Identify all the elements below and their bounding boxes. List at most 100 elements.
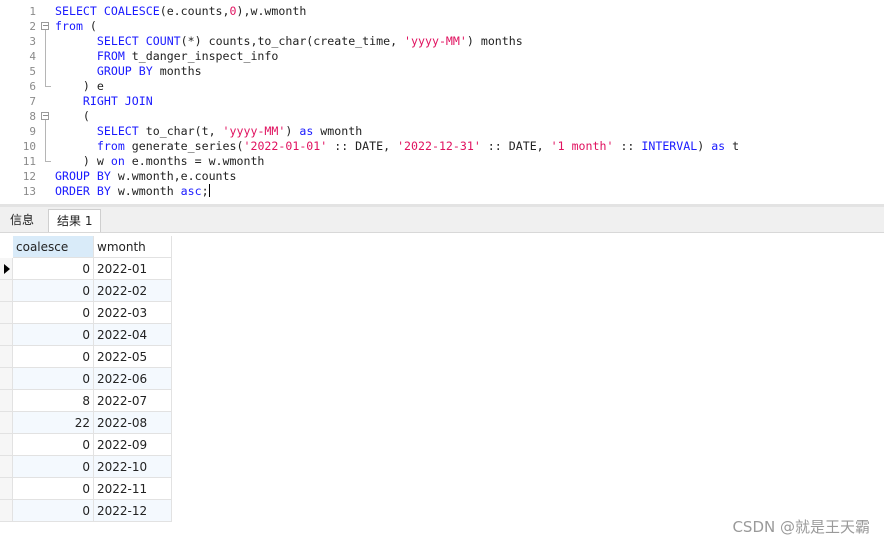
cell-wmonth[interactable]: 2022-06: [94, 368, 172, 390]
table-row[interactable]: 0 2022-09: [0, 434, 172, 456]
code-line[interactable]: 6 ) e: [0, 79, 884, 94]
code-line[interactable]: 3 SELECT COUNT(*) counts,to_char(create_…: [0, 34, 884, 49]
cell-coalesce[interactable]: 8: [13, 390, 94, 412]
cell-coalesce[interactable]: 0: [13, 434, 94, 456]
tab-info[interactable]: 信息: [2, 209, 42, 231]
table-row[interactable]: 0 2022-01: [0, 258, 172, 280]
code-token: 'yyyy-MM': [222, 124, 286, 138]
cell-wmonth[interactable]: 2022-11: [94, 478, 172, 500]
code-line[interactable]: 9 SELECT to_char(t, 'yyyy-MM') as wmonth: [0, 124, 884, 139]
code-token: from: [96, 139, 132, 153]
table-row[interactable]: 0 2022-10: [0, 456, 172, 478]
line-number: 1: [29, 5, 36, 18]
code-token: ),w.wmonth: [236, 4, 307, 18]
cell-wmonth[interactable]: 2022-09: [94, 434, 172, 456]
line-number: 9: [29, 125, 36, 138]
code-token: ;: [201, 184, 209, 198]
code-token: as: [299, 124, 321, 138]
cell-wmonth[interactable]: 2022-07: [94, 390, 172, 412]
cell-coalesce[interactable]: 0: [13, 346, 94, 368]
table-row[interactable]: 0 2022-06: [0, 368, 172, 390]
fold-guide: [45, 30, 46, 86]
table-row[interactable]: 22 2022-08: [0, 412, 172, 434]
row-indicator[interactable]: [0, 302, 13, 324]
code-token: (: [55, 109, 90, 123]
cell-wmonth[interactable]: 2022-04: [94, 324, 172, 346]
cell-coalesce[interactable]: 22: [13, 412, 94, 434]
cell-coalesce[interactable]: 0: [13, 302, 94, 324]
row-indicator[interactable]: [0, 434, 13, 456]
row-indicator[interactable]: [0, 456, 13, 478]
code-line[interactable]: 12 GROUP BY w.wmonth,e.counts: [0, 169, 884, 184]
cell-coalesce[interactable]: 0: [13, 500, 94, 522]
code-line[interactable]: 4 FROM t_danger_inspect_info: [0, 49, 884, 64]
column-header-wmonth[interactable]: wmonth: [94, 236, 172, 258]
code-line[interactable]: 1 SELECT COALESCE(e.counts,0),w.wmonth: [0, 4, 884, 19]
cell-wmonth[interactable]: 2022-08: [94, 412, 172, 434]
row-indicator[interactable]: [0, 412, 13, 434]
sql-editor[interactable]: 1 SELECT COALESCE(e.counts,0),w.wmonth 2 fr…: [0, 0, 884, 204]
cell-wmonth[interactable]: 2022-02: [94, 280, 172, 302]
cell-coalesce[interactable]: 0: [13, 324, 94, 346]
fold-guide: [45, 120, 46, 161]
table-row[interactable]: 0 2022-02: [0, 280, 172, 302]
row-indicator[interactable]: [0, 368, 13, 390]
row-indicator[interactable]: [0, 280, 13, 302]
code-line[interactable]: 5 GROUP BY months: [0, 64, 884, 79]
code-token: 0: [229, 4, 237, 18]
table-row[interactable]: 8 2022-07: [0, 390, 172, 412]
code-text: ) w on e.months = w.wmonth: [55, 154, 265, 169]
cell-wmonth[interactable]: 2022-12: [94, 500, 172, 522]
code-line[interactable]: 13 ORDER BY w.wmonth asc;: [0, 184, 884, 199]
code-text: FROM t_danger_inspect_info: [55, 49, 279, 64]
code-token: '2022-01-01': [243, 139, 328, 153]
row-indicator[interactable]: [0, 258, 13, 280]
code-token: ) months: [466, 34, 523, 48]
cell-wmonth[interactable]: 2022-03: [94, 302, 172, 324]
fold-end-marker: [45, 86, 51, 87]
code-line[interactable]: 10 from generate_series('2022-01-01' :: …: [0, 139, 884, 154]
row-indicator[interactable]: [0, 500, 13, 522]
cell-coalesce[interactable]: 0: [13, 258, 94, 280]
code-token: ::: [613, 139, 642, 153]
code-token: t_danger_inspect_info: [131, 49, 279, 63]
cell-wmonth[interactable]: 2022-05: [94, 346, 172, 368]
table-row[interactable]: 0 2022-03: [0, 302, 172, 324]
code-token: COUNT: [145, 34, 181, 48]
fold-toggle-icon[interactable]: −: [41, 112, 49, 120]
row-indicator[interactable]: [0, 390, 13, 412]
code-token: w.wmonth,e.counts: [117, 169, 237, 183]
row-indicator[interactable]: [0, 324, 13, 346]
code-token: months: [159, 64, 202, 78]
column-header-coalesce[interactable]: coalesce: [13, 236, 94, 258]
code-line[interactable]: 11 ) w on e.months = w.wmonth: [0, 154, 884, 169]
fold-toggle-icon[interactable]: −: [41, 22, 49, 30]
code-token: (: [89, 19, 97, 33]
code-token: from: [55, 19, 90, 33]
table-row[interactable]: 0 2022-12: [0, 500, 172, 522]
code-line[interactable]: 8 (: [0, 109, 884, 124]
table-row[interactable]: 0 2022-04: [0, 324, 172, 346]
row-indicator[interactable]: [0, 346, 13, 368]
cell-wmonth[interactable]: 2022-10: [94, 456, 172, 478]
code-token: as: [711, 139, 733, 153]
tab-result-1[interactable]: 结果 1: [48, 209, 102, 232]
cell-coalesce[interactable]: 0: [13, 368, 94, 390]
table-row[interactable]: 0 2022-05: [0, 346, 172, 368]
line-number: 8: [29, 110, 36, 123]
cell-wmonth[interactable]: 2022-01: [94, 258, 172, 280]
code-line[interactable]: 7 RIGHT JOIN: [0, 94, 884, 109]
table-row[interactable]: 0 2022-11: [0, 478, 172, 500]
cell-coalesce[interactable]: 0: [13, 280, 94, 302]
cell-coalesce[interactable]: 0: [13, 456, 94, 478]
code-token: GROUP BY: [55, 169, 118, 183]
code-line[interactable]: 2 from (: [0, 19, 884, 34]
code-token: ): [285, 124, 300, 138]
code-token: RIGHT JOIN: [82, 94, 153, 108]
cell-coalesce[interactable]: 0: [13, 478, 94, 500]
code-token: COALESCE: [103, 4, 160, 18]
row-indicator[interactable]: [0, 478, 13, 500]
